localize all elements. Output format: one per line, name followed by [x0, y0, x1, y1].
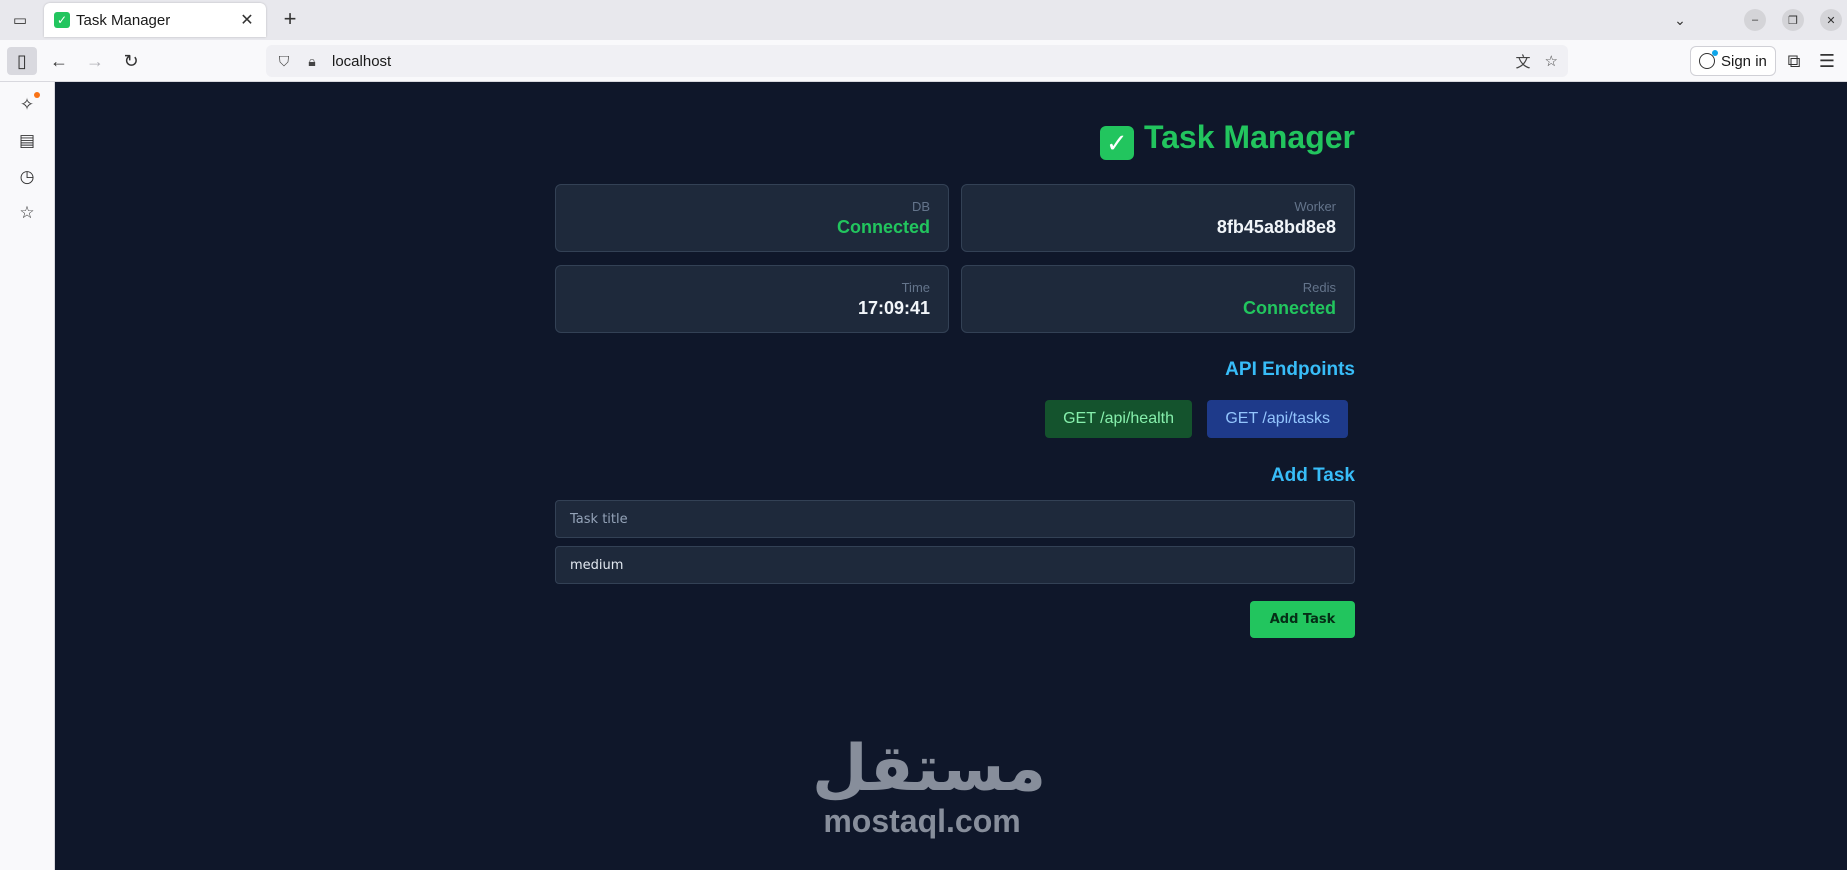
status-card-redis: Redis Connected [961, 265, 1355, 333]
api-health-button[interactable]: GET /api/health [1045, 400, 1192, 438]
sign-in-label: Sign in [1721, 52, 1767, 70]
close-tab-icon[interactable]: ✕ [238, 10, 256, 30]
sign-in-button[interactable]: Sign in [1690, 46, 1776, 76]
account-icon [1699, 50, 1718, 69]
tab-list-chevron-icon[interactable]: ⌄ [1668, 8, 1692, 32]
url-text[interactable]: localhost [332, 53, 1502, 70]
status-card-label: DB [911, 199, 930, 214]
status-card-label: Worker [1294, 199, 1336, 214]
api-endpoints-heading: API Endpoints [1225, 359, 1355, 380]
tab-bar: ▭ ✓ Task Manager ✕ + ⌄ – ❐ ✕ [0, 0, 1847, 40]
close-window-button[interactable]: ✕ [1820, 9, 1842, 31]
forward-arrow-icon[interactable]: → [80, 47, 110, 75]
status-card-label: Redis [1302, 280, 1336, 295]
page-title: Task Manager ✓ [1099, 119, 1355, 160]
reload-icon[interactable]: ↻ [116, 47, 146, 75]
status-card-value: 17:09:41 [857, 298, 930, 318]
status-card-label: Time [901, 280, 930, 295]
minimize-window-button[interactable]: – [1744, 9, 1766, 31]
add-task-button[interactable]: Add Task [1250, 601, 1355, 638]
status-card-value: Connected [836, 217, 930, 237]
api-tasks-button[interactable]: GET /api/tasks [1207, 400, 1348, 438]
tab-overview-icon[interactable]: ▭ [8, 8, 32, 32]
lock-icon[interactable]: 🔒︎ [304, 53, 320, 70]
new-tab-button[interactable]: + [278, 8, 302, 32]
checkmark-favicon-icon: ✓ [54, 12, 70, 28]
watermark-latin: mostaql.com [823, 803, 1021, 839]
task-title-input[interactable]: Task title [555, 500, 1355, 538]
url-bar[interactable]: ⛉ 🔒︎ localhost 文 ☆ [266, 45, 1568, 77]
tab-title: Task Manager [76, 11, 171, 29]
sidebar-toggle-icon[interactable]: ▯ [7, 47, 37, 75]
navigation-bar: ▯ ← → ↻ ⛉ 🔒︎ localhost 文 ☆ Sign in ⧉ ☰ [0, 40, 1847, 82]
priority-select[interactable]: medium [555, 546, 1355, 584]
menu-icon[interactable]: ☰ [1812, 47, 1842, 75]
browser-sidebar: ✧ ▤ ◷ ☆ [0, 82, 55, 870]
page-viewport: Task Manager ✓ DB Connected Worker 8fb45a… [55, 82, 1847, 870]
extensions-icon[interactable]: ⧉ [1779, 47, 1809, 75]
shield-icon[interactable]: ⛉ [276, 53, 292, 70]
back-arrow-icon[interactable]: ← [44, 47, 74, 75]
status-card-db: DB Connected [555, 184, 949, 252]
status-card-value: Connected [1242, 298, 1336, 318]
add-task-heading: Add Task [1270, 465, 1355, 486]
status-card-value: 8fb45a8bd8e8 [1216, 217, 1336, 237]
translate-icon[interactable]: 文 [1516, 51, 1531, 72]
watermark-logo: مستقل mostaql.com [812, 732, 1047, 839]
watermark-arabic: مستقل [812, 732, 1047, 806]
bookmarks-star-icon[interactable]: ☆ [14, 200, 40, 226]
ai-sparkle-icon[interactable]: ✧ [14, 92, 40, 118]
status-card-worker: Worker 8fb45a8bd8e8 [961, 184, 1355, 252]
synced-tabs-icon[interactable]: ▤ [14, 128, 40, 154]
bookmark-star-icon[interactable]: ☆ [1545, 52, 1558, 70]
history-clock-icon[interactable]: ◷ [14, 164, 40, 190]
page-title-text: Task Manager [1143, 119, 1355, 155]
checkmark-icon: ✓ [1099, 126, 1134, 160]
active-tab[interactable]: ✓ Task Manager ✕ [44, 3, 266, 37]
restore-window-button[interactable]: ❐ [1782, 9, 1804, 31]
status-card-time: Time 17:09:41 [555, 265, 949, 333]
